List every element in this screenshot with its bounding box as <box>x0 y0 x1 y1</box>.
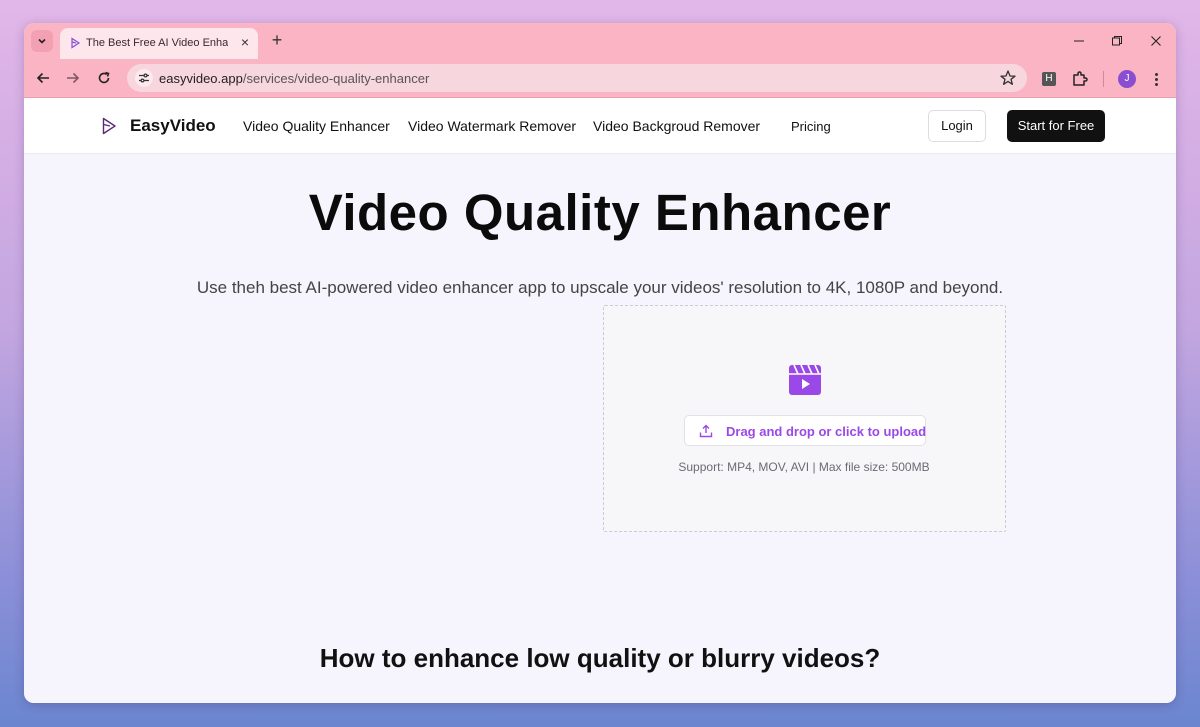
minimize-icon <box>1074 40 1084 42</box>
upload-support-text: Support: MP4, MOV, AVI | Max file size: … <box>678 460 930 474</box>
nav-pricing[interactable]: Pricing <box>791 119 831 134</box>
profile-avatar[interactable]: J <box>1118 70 1136 88</box>
browser-toolbar: easyvideo.app/services/video-quality-enh… <box>24 59 1176 98</box>
tab-search-button[interactable] <box>31 30 53 52</box>
nav-video-watermark-remover[interactable]: Video Watermark Remover <box>408 118 576 134</box>
extensions-puzzle-icon[interactable] <box>1070 69 1090 89</box>
new-tab-icon[interactable]: + <box>268 31 286 49</box>
url-host: easyvideo.app <box>159 71 243 86</box>
close-window-button[interactable] <box>1144 31 1168 51</box>
arrow-left-icon <box>36 72 49 84</box>
close-icon <box>1151 36 1161 46</box>
how-to-heading: How to enhance low quality or blurry vid… <box>319 643 881 673</box>
chevron-down-icon <box>38 38 46 44</box>
reload-icon <box>98 71 110 84</box>
upload-button[interactable]: Drag and drop or click to upload <box>684 415 926 446</box>
site-info-icon[interactable] <box>135 69 153 87</box>
browser-menu-icon[interactable] <box>1150 69 1162 89</box>
easyvideo-logo-icon[interactable] <box>101 117 117 135</box>
page-content: EasyVideo Video Quality Enhancer Video W… <box>24 98 1176 703</box>
site-logo-text[interactable]: EasyVideo <box>130 116 216 136</box>
bookmark-star-icon[interactable] <box>999 69 1017 87</box>
page-subtitle: Use theh best AI-powered video enhancer … <box>196 278 1004 297</box>
url-text: easyvideo.app/services/video-quality-enh… <box>159 71 429 86</box>
nav-video-quality-enhancer[interactable]: Video Quality Enhancer <box>243 118 390 134</box>
start-for-free-button[interactable]: Start for Free <box>1007 110 1105 142</box>
forward-button[interactable] <box>61 66 85 90</box>
close-tab-icon[interactable]: × <box>238 35 252 49</box>
site-header: EasyVideo Video Quality Enhancer Video W… <box>24 98 1176 154</box>
browser-window: The Best Free AI Video Enhancer × + ea <box>24 23 1176 703</box>
login-button[interactable]: Login <box>928 110 986 142</box>
upload-icon <box>699 424 713 438</box>
url-path: /services/video-quality-enhancer <box>242 71 430 86</box>
extension-h-icon[interactable]: H <box>1042 72 1056 86</box>
tab-strip: The Best Free AI Video Enhancer × + <box>24 23 1176 59</box>
upload-button-label: Drag and drop or click to upload <box>726 424 927 439</box>
minimize-button[interactable] <box>1067 31 1091 51</box>
nav-video-background-remover[interactable]: Video Backgroud Remover <box>593 118 760 134</box>
video-clapper-icon <box>789 364 821 395</box>
browser-tab[interactable]: The Best Free AI Video Enhancer × <box>60 28 258 59</box>
arrow-right-icon <box>67 72 80 84</box>
reload-button[interactable] <box>92 66 116 90</box>
back-button[interactable] <box>31 66 55 90</box>
tab-title: The Best Free AI Video Enhancer <box>86 37 228 49</box>
page-title: Video Quality Enhancer <box>308 184 892 241</box>
address-bar[interactable]: easyvideo.app/services/video-quality-enh… <box>127 64 1027 92</box>
restore-icon <box>1112 36 1122 46</box>
upload-dropzone[interactable]: Drag and drop or click to upload Support… <box>603 305 1006 532</box>
easyvideo-favicon-icon <box>71 37 81 49</box>
toolbar-divider <box>1103 71 1104 87</box>
restore-button[interactable] <box>1105 31 1129 51</box>
